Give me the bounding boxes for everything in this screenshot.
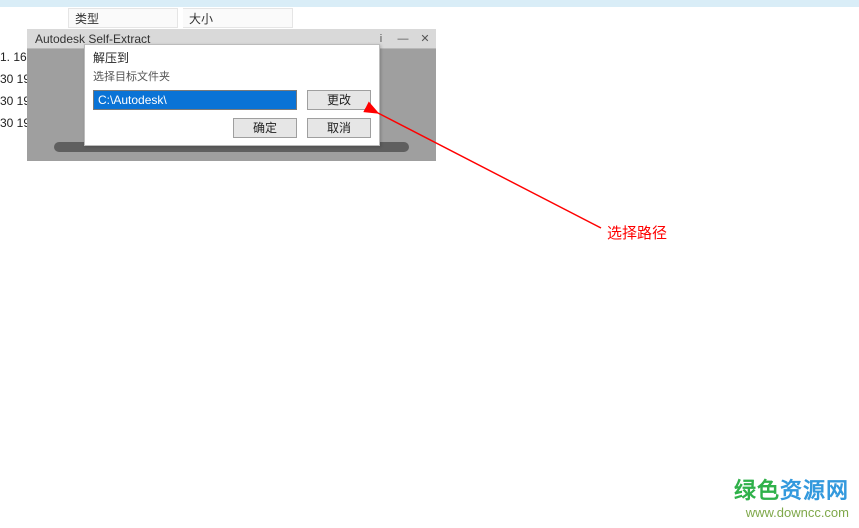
cancel-button[interactable]: 取消 xyxy=(307,118,371,138)
bg-text-row-2: 30 19 xyxy=(0,72,30,86)
bg-text-row-4: 30 19 xyxy=(0,116,30,130)
minimize-icon[interactable]: — xyxy=(392,29,414,49)
watermark: 绿色资源网 www.downcc.com xyxy=(734,477,849,522)
change-button[interactable]: 更改 xyxy=(307,90,371,110)
dialog-subtitle: 选择目标文件夹 xyxy=(85,66,379,90)
watermark-cn: 绿色资源网 xyxy=(734,477,849,506)
annotation-label: 选择路径 xyxy=(607,222,667,243)
dialog-title: 解压到 xyxy=(85,45,379,66)
close-icon[interactable]: ✕ xyxy=(414,29,436,49)
column-header-size[interactable]: 大小 xyxy=(183,8,293,28)
bg-text-row-3: 30 19 xyxy=(0,94,30,108)
top-accent-bar xyxy=(0,0,859,7)
bg-text-row-1: 1. 16: xyxy=(0,50,30,64)
ok-button[interactable]: 确定 xyxy=(233,118,297,138)
watermark-cn-green: 绿色 xyxy=(734,478,780,503)
extract-dialog: 解压到 选择目标文件夹 更改 确定 取消 xyxy=(84,44,380,146)
watermark-cn-blue: 资源网 xyxy=(780,478,849,503)
watermark-url: www.downcc.com xyxy=(734,505,849,522)
destination-path-input[interactable] xyxy=(93,90,297,110)
column-header-type[interactable]: 类型 xyxy=(68,8,178,28)
